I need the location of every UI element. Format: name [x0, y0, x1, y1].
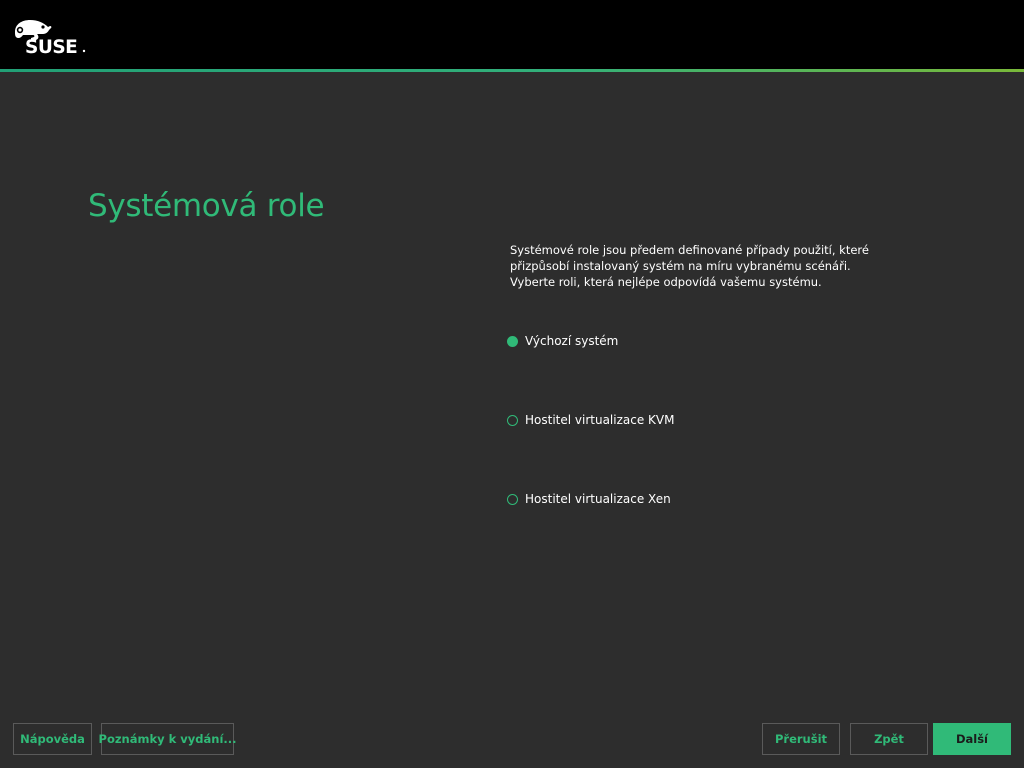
- radio-button[interactable]: [507, 493, 518, 505]
- role-label: Hostitel virtualizace Xen: [525, 492, 671, 506]
- header-bar: SUSE: [0, 0, 1024, 69]
- suse-logo: SUSE: [15, 20, 86, 54]
- role-description: Systémové role jsou předem definované př…: [510, 243, 869, 289]
- release-notes-button[interactable]: Poznámky k vydání...: [99, 723, 237, 755]
- role-option-kvm[interactable]: Hostitel virtualizace KVM: [507, 410, 674, 430]
- back-button[interactable]: Zpět: [850, 723, 928, 755]
- role-label: Hostitel virtualizace KVM: [525, 413, 675, 427]
- header-accent-line: [0, 69, 1024, 72]
- svg-text:SUSE: SUSE: [25, 37, 77, 54]
- role-option-xen[interactable]: Hostitel virtualizace Xen: [507, 489, 671, 509]
- role-label: Výchozí systém: [525, 334, 619, 348]
- next-button[interactable]: Další: [933, 723, 1011, 755]
- radio-button-selected[interactable]: [507, 335, 518, 347]
- role-option-default[interactable]: Výchozí systém: [507, 331, 618, 351]
- page-title: Systémová role: [88, 188, 325, 224]
- help-button[interactable]: Nápověda: [13, 723, 92, 755]
- abort-button[interactable]: Přerušit: [762, 723, 840, 755]
- radio-button[interactable]: [507, 414, 518, 426]
